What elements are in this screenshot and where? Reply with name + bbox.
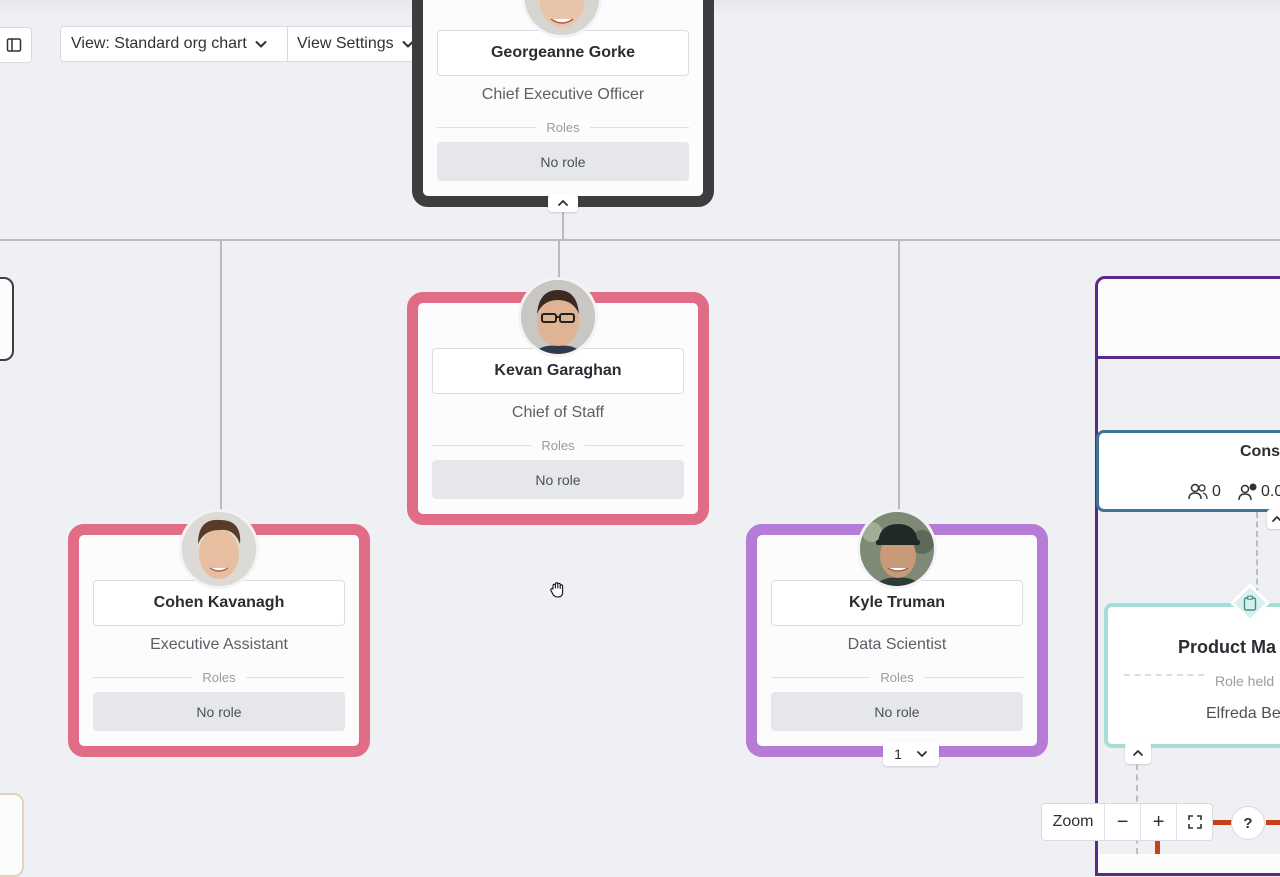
chevron-down-icon: [916, 751, 927, 757]
zoom-out-button[interactable]: −: [1104, 804, 1140, 840]
view-settings-dropdown[interactable]: View Settings: [287, 26, 431, 62]
person-title: Data Scientist: [847, 636, 947, 653]
fullscreen-icon: [1187, 815, 1202, 829]
orange-connector-right: [1266, 820, 1280, 825]
role-value: No role: [771, 692, 1023, 731]
connector-ceo-down: [562, 212, 564, 240]
fullscreen-button[interactable]: [1176, 804, 1212, 840]
collapse-team-button[interactable]: [1267, 509, 1280, 529]
team-card[interactable]: Cons 0 0.0: [1096, 430, 1280, 512]
chevron-down-icon: [255, 41, 267, 48]
roles-divider: Roles: [93, 669, 345, 685]
roles-divider: Roles: [432, 437, 684, 453]
connector-to-data-scientist: [898, 240, 900, 512]
view-settings-label: View Settings: [297, 35, 394, 52]
team-name: Cons: [1240, 443, 1280, 460]
people-icon: [1188, 483, 1208, 500]
avatar-chief-of-staff[interactable]: [518, 277, 598, 357]
person-title: Chief of Staff: [511, 404, 605, 421]
zoom-label: Zoom: [1052, 813, 1094, 830]
grab-hand-icon: [550, 582, 564, 598]
offscreen-card-bottom-left[interactable]: [0, 793, 24, 877]
roles-divider: Roles: [771, 669, 1023, 685]
reports-count: 1: [894, 746, 902, 762]
help-button[interactable]: ?: [1231, 806, 1265, 840]
expand-reports-button[interactable]: 1: [883, 742, 939, 766]
role-held-label: Role held: [1215, 673, 1275, 689]
role-diamond: [1230, 583, 1270, 623]
fte-count: 0.0: [1261, 483, 1280, 500]
clipboard-icon: [1243, 595, 1257, 611]
offscreen-card-left[interactable]: [0, 277, 14, 361]
role-title: Product Ma: [1178, 637, 1277, 657]
role-card[interactable]: Product Ma Role held Elfreda Be: [1104, 603, 1280, 748]
avatar-data-scientist[interactable]: [857, 509, 937, 589]
connector-to-chief-of-staff: [558, 240, 560, 280]
chevron-up-icon: [558, 200, 568, 206]
collapse-role-button[interactable]: [1125, 742, 1151, 764]
members-count: 0: [1212, 483, 1221, 500]
sidebar-toggle-button[interactable]: [0, 27, 32, 63]
person-title: Chief Executive Officer: [481, 86, 645, 103]
connector-horizontal: [0, 239, 1280, 241]
collapse-ceo-button[interactable]: [548, 194, 578, 212]
role-value: No role: [93, 692, 345, 731]
zoom-in-button[interactable]: +: [1140, 804, 1176, 840]
role-value: No role: [432, 460, 684, 499]
chevron-up-icon: [1133, 750, 1143, 756]
role-held-divider: [1124, 674, 1204, 676]
role-value: No role: [437, 142, 689, 181]
roles-divider: Roles: [437, 119, 689, 135]
role-holder-name: Elfreda Be: [1206, 705, 1280, 722]
avatar-exec-assistant[interactable]: [179, 509, 259, 589]
view-dropdown-label: View: Standard org chart: [71, 35, 247, 52]
person-fte-icon: [1238, 483, 1257, 501]
connector-to-exec-assistant: [220, 240, 222, 512]
dashed-connector: [1256, 512, 1258, 594]
sidebar-toggle-icon: [6, 38, 22, 52]
zoom-controls: Zoom − +: [1041, 803, 1213, 841]
view-dropdown[interactable]: View: Standard org chart: [60, 26, 288, 62]
person-title: Executive Assistant: [150, 636, 288, 653]
chevron-up-icon: [1272, 516, 1280, 522]
